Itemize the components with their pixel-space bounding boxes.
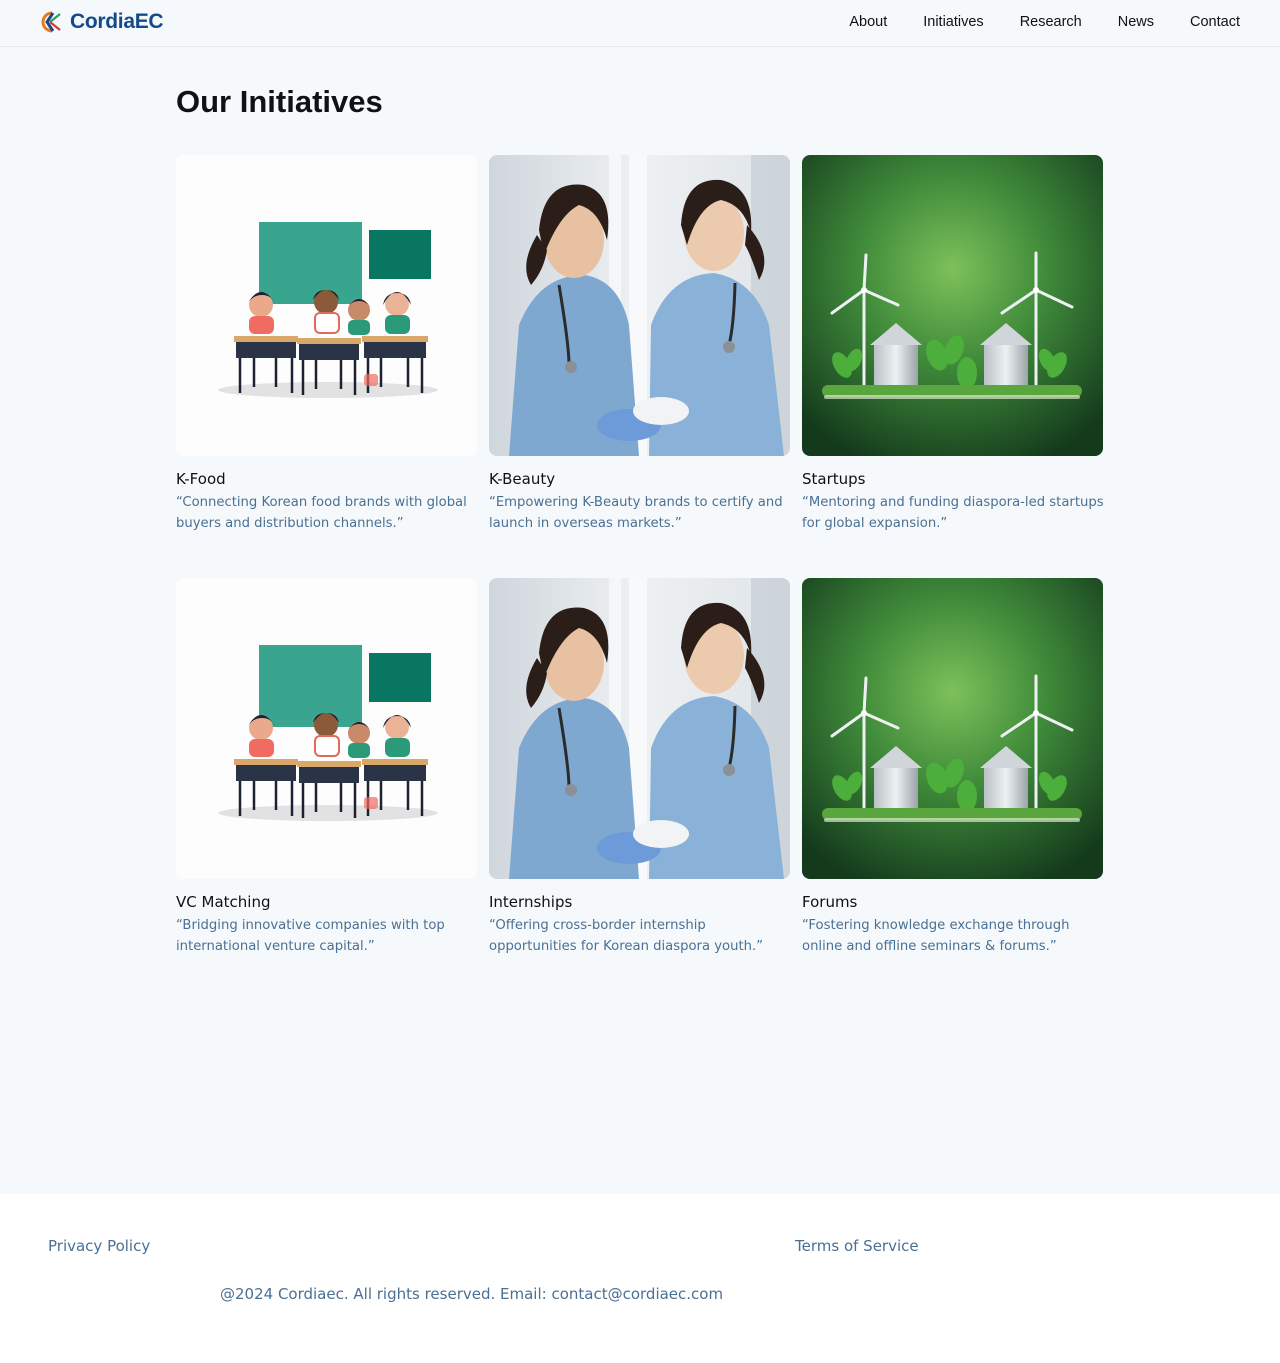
nav-link-contact[interactable]: Contact [1190,14,1240,30]
nav-link-research[interactable]: Research [1020,14,1082,30]
nav-link-news[interactable]: News [1118,14,1154,30]
site-footer: Privacy Policy Terms of Service @2024 Co… [0,1194,1280,1363]
card-title: K-Food [176,470,226,488]
nurses-photo [489,578,790,879]
initiative-card-vc-matching[interactable]: VC Matching “Bridging innovative compani… [176,578,477,954]
initiative-card-k-food[interactable]: K-Food “Connecting Korean food brands wi… [176,155,477,531]
wind-turbines-illustration [802,155,1103,456]
card-description: “Empowering K-Beauty brands to certify a… [489,495,783,531]
card-title: VC Matching [176,893,271,911]
card-title: Internships [489,893,573,911]
initiatives-grid: K-Food “Connecting Korean food brands wi… [176,155,1104,954]
privacy-policy-link[interactable]: Privacy Policy [48,1237,150,1255]
card-description: “Bridging innovative companies with top … [176,918,445,954]
card-title: Startups [802,470,866,488]
card-title: Forums [802,893,858,911]
initiative-card-k-beauty[interactable]: K-Beauty “Empowering K-Beauty brands to … [489,155,790,531]
copyright-text: @2024 Cordiaec. All rights reserved. Ema… [220,1285,724,1303]
card-description: “Offering cross-border internship opport… [489,918,764,954]
card-description: “Mentoring and funding diaspora-led star… [802,495,1104,531]
initiative-card-startups[interactable]: Startups “Mentoring and funding diaspora… [802,155,1104,531]
page-title: Our Initiatives [176,84,383,119]
nav-link-about[interactable]: About [849,14,887,30]
card-description: “Fostering knowledge exchange through on… [802,918,1070,954]
card-description: “Connecting Korean food brands with glob… [176,495,467,531]
terms-of-service-link[interactable]: Terms of Service [795,1237,919,1255]
classroom-illustration [176,155,477,456]
card-title: K-Beauty [489,470,556,488]
nurses-photo [489,155,790,456]
brand-name: CordiaEC [70,10,164,33]
site-header: CordiaEC About Initiatives Research News… [0,0,1280,47]
classroom-illustration [176,578,477,879]
main-nav: About Initiatives Research News Contact [849,14,1240,30]
wind-turbines-illustration [802,578,1103,879]
brand-logo[interactable]: CordiaEC [40,10,164,34]
logo-icon [41,11,61,33]
nav-link-initiatives[interactable]: Initiatives [923,14,983,30]
initiative-card-forums[interactable]: Forums “Fostering knowledge exchange thr… [802,578,1103,954]
initiative-card-internships[interactable]: Internships “Offering cross-border inter… [489,578,790,954]
